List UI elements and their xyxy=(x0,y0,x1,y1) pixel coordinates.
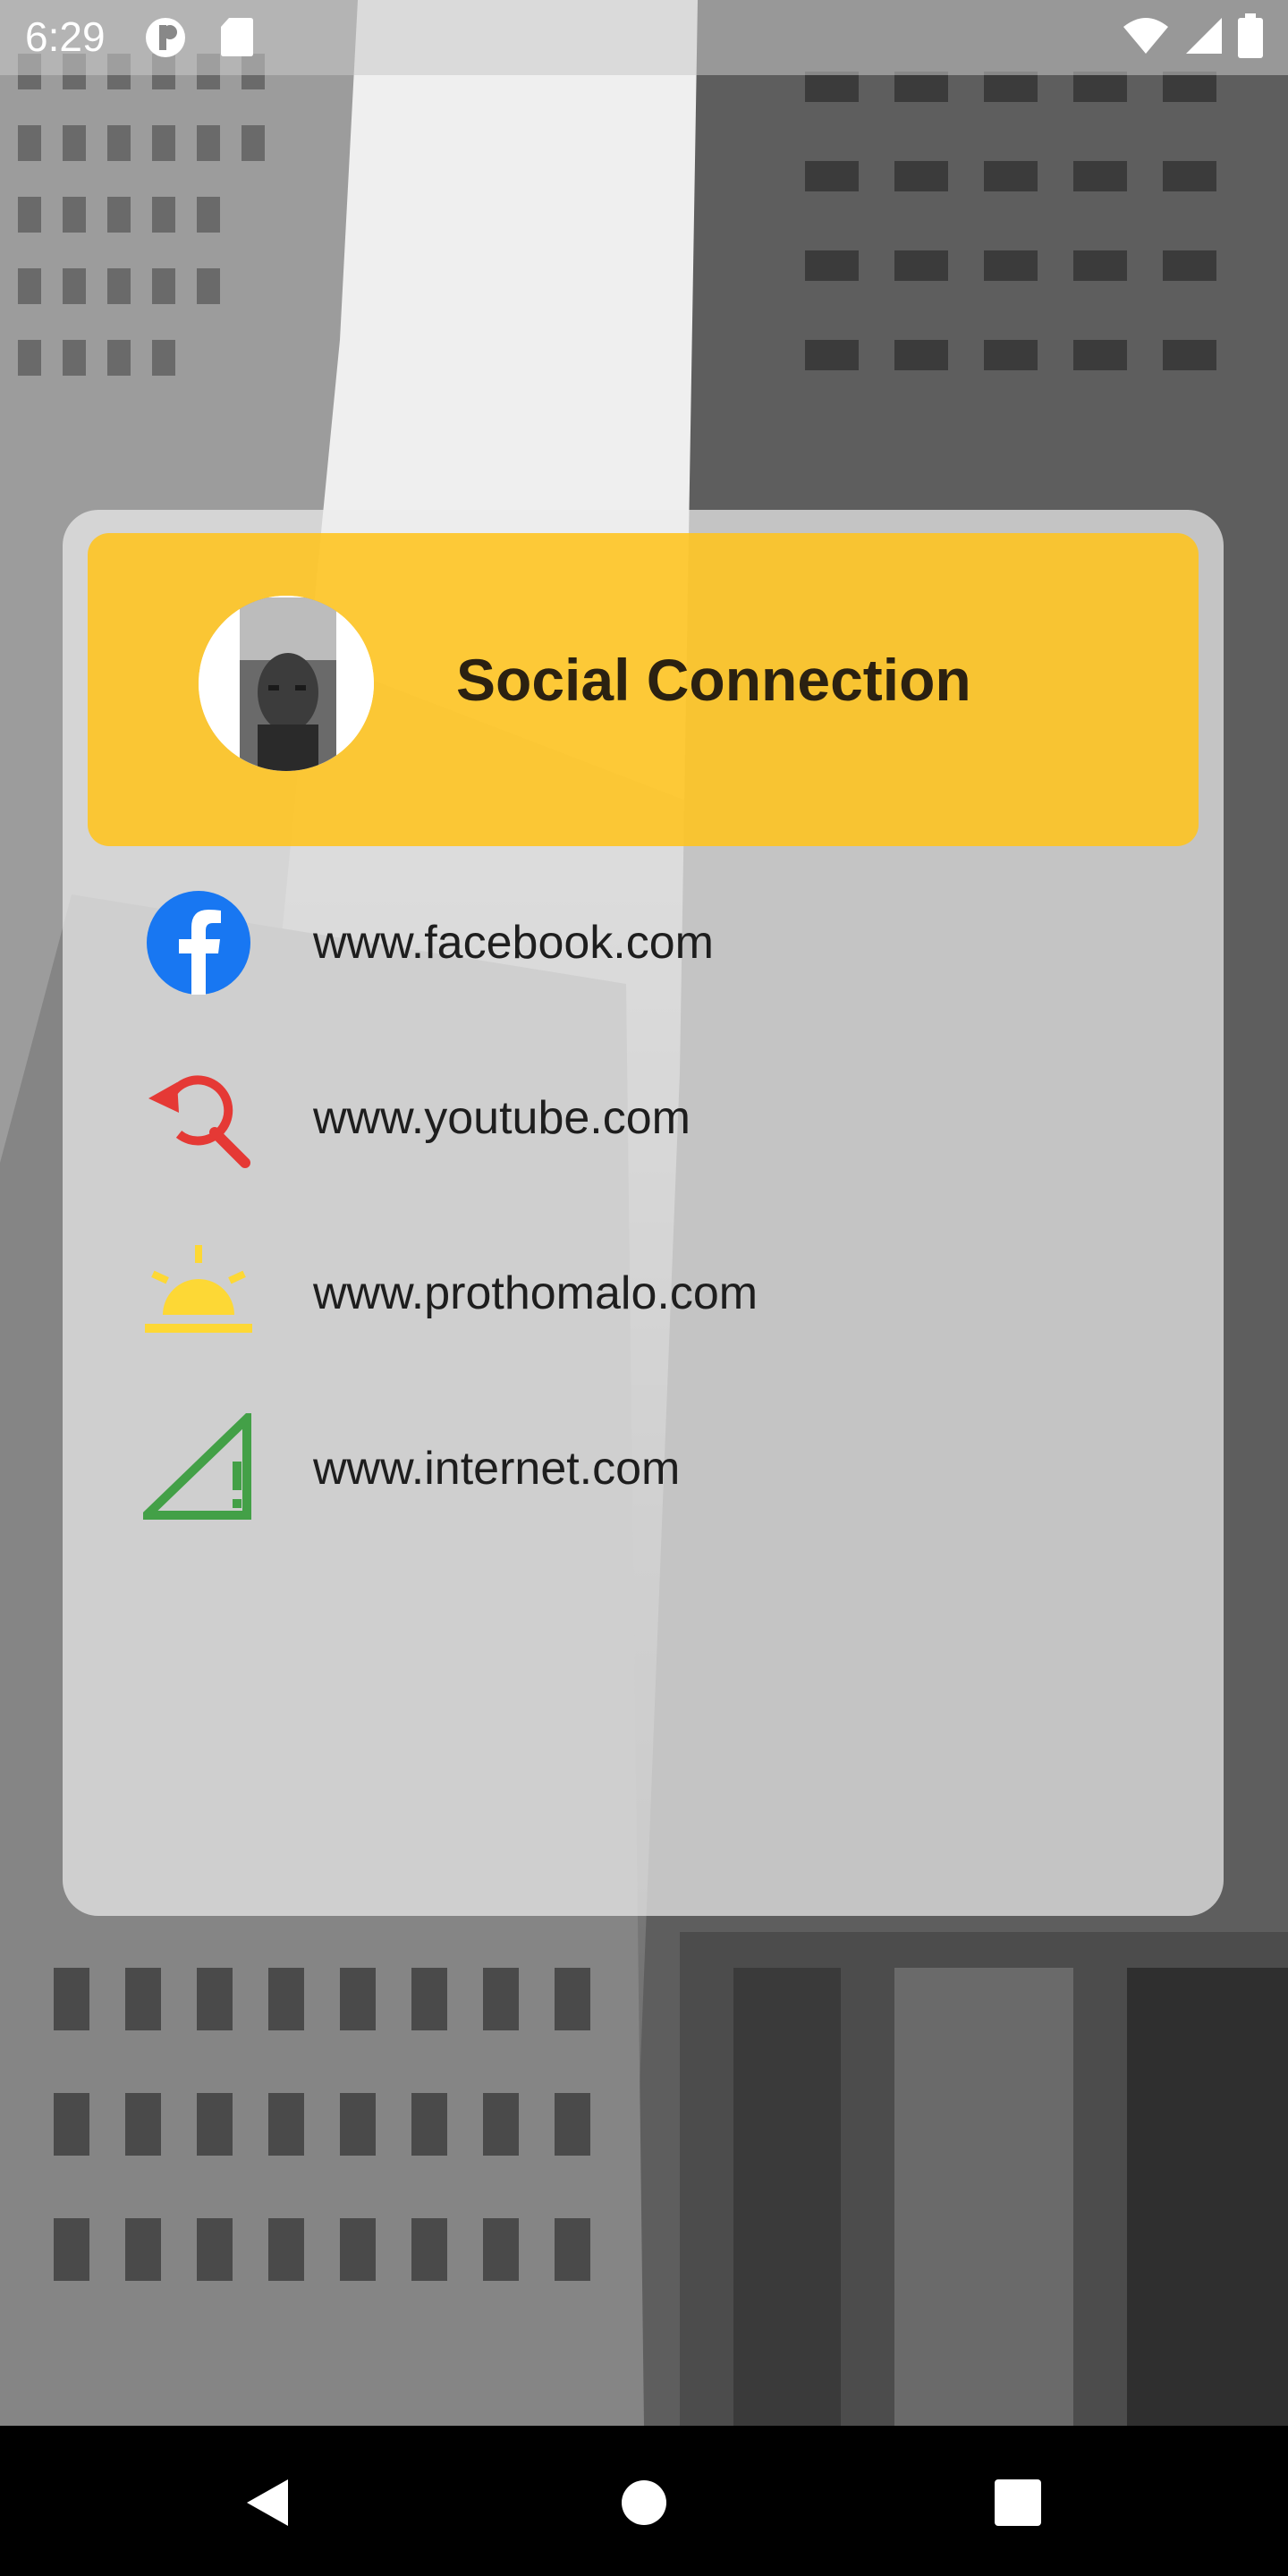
list-item-facebook[interactable]: www.facebook.com xyxy=(63,873,1224,1016)
search-refresh-icon xyxy=(143,1063,254,1174)
page-title: Social Connection xyxy=(456,647,971,713)
signal-icon xyxy=(135,1408,254,1524)
avatar xyxy=(199,596,374,771)
home-icon[interactable] xyxy=(617,2476,671,2529)
card-header: Social Connection xyxy=(88,533,1199,846)
back-icon[interactable] xyxy=(242,2476,295,2529)
list-item-label: www.internet.com xyxy=(313,1443,681,1495)
list-item-internet[interactable]: www.internet.com xyxy=(63,1399,1224,1542)
facebook-icon xyxy=(143,887,254,998)
wifi-icon xyxy=(1122,16,1170,60)
battery-icon xyxy=(1238,13,1263,63)
navigation-bar xyxy=(0,2426,1288,2576)
status-time: 6:29 xyxy=(25,13,106,60)
app-notification-icon xyxy=(143,16,188,59)
list-item-label: www.facebook.com xyxy=(313,917,714,969)
status-bar: 6:29 xyxy=(0,0,1288,75)
cell-signal-icon xyxy=(1184,16,1224,60)
list-item-label: www.prothomalo.com xyxy=(313,1267,758,1319)
recents-icon[interactable] xyxy=(991,2476,1045,2529)
list-item-youtube[interactable]: www.youtube.com xyxy=(63,1048,1224,1191)
list-item-label: www.youtube.com xyxy=(313,1092,691,1144)
sunrise-icon xyxy=(143,1238,254,1349)
sd-card-icon xyxy=(220,16,265,59)
list-item-prothomalo[interactable]: www.prothomalo.com xyxy=(63,1224,1224,1367)
social-card: Social Connection www.facebook.com www.y… xyxy=(63,510,1224,1916)
